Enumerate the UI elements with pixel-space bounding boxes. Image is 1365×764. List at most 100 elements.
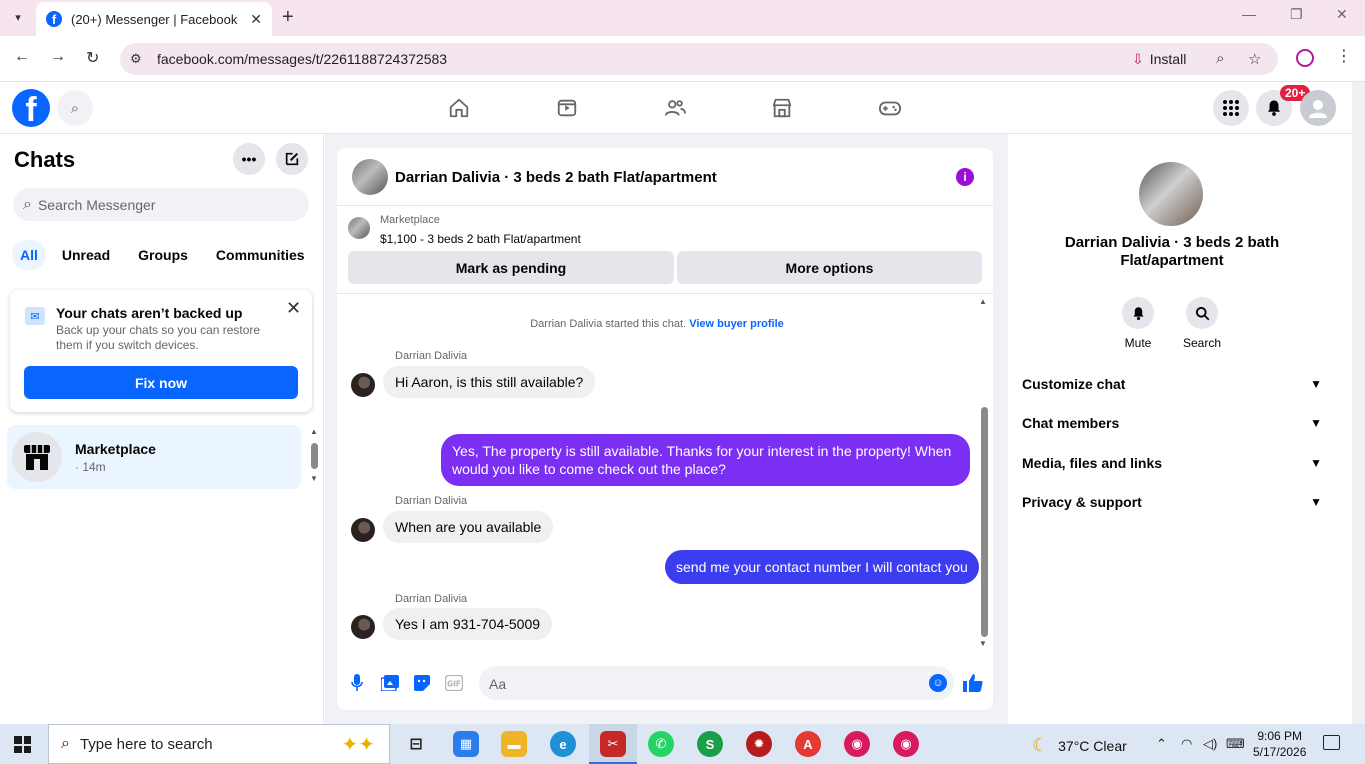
zoom-icon[interactable]: ⌕ (1216, 50, 1224, 67)
taskbar-search-input[interactable]: ⌕ Type here to search ✦✦ (48, 724, 390, 764)
avatar[interactable] (351, 518, 375, 542)
chat-header: Darrian Dalivia · 3 beds 2 bath Flat/apa… (337, 148, 993, 206)
network-icon[interactable]: ◠ (1181, 736, 1192, 752)
backup-notice-card: ✉ Your chats aren’t backed up Back up yo… (10, 290, 312, 412)
gif-icon[interactable]: GIF (444, 673, 464, 693)
back-icon[interactable]: ← (14, 48, 30, 66)
site-info-icon[interactable]: ⚙ (130, 51, 142, 67)
scroll-up-icon[interactable]: ▲ (310, 427, 318, 436)
close-icon[interactable]: ✕ (286, 298, 301, 319)
photo-icon[interactable] (380, 673, 400, 693)
close-icon[interactable]: ✕ (250, 11, 262, 28)
friends-icon[interactable] (661, 94, 689, 122)
task-view-icon[interactable]: ⊟ (403, 731, 429, 757)
more-options-button[interactable]: More options (677, 251, 982, 284)
keyboard-icon[interactable]: ⌨ (1226, 736, 1245, 752)
scroll-thumb[interactable] (311, 443, 318, 469)
fix-now-button[interactable]: Fix now (24, 366, 298, 399)
search-icon (1186, 297, 1218, 329)
filter-groups[interactable]: Groups (126, 240, 200, 270)
mute-button[interactable]: Mute (1108, 297, 1168, 350)
weather-widget[interactable]: ☾ 37°C Clear (1032, 735, 1127, 756)
filter-communities[interactable]: Communities (204, 240, 317, 270)
scroll-up-icon[interactable]: ▲ (979, 297, 987, 306)
scroll-thumb[interactable] (981, 407, 988, 637)
message-input[interactable]: Aa ☺ (479, 666, 954, 700)
search-icon[interactable]: ⌕ (57, 90, 93, 126)
info-icon[interactable]: i (956, 168, 974, 186)
game-app-icon[interactable]: ✹ (746, 731, 772, 757)
clock[interactable]: 9:06 PM 5/17/2026 (1253, 728, 1306, 760)
thumbs-up-icon[interactable] (963, 673, 983, 693)
scroll-down-icon[interactable]: ▼ (310, 474, 318, 483)
store-icon[interactable]: ▦ (453, 731, 479, 757)
pinned-app-icon[interactable]: ✂ (600, 731, 626, 757)
window-close-icon[interactable]: ✕ (1336, 6, 1348, 23)
microphone-icon[interactable] (347, 673, 367, 693)
file-explorer-icon[interactable]: ▬ (501, 731, 527, 757)
tab-title: (20+) Messenger | Facebook (71, 11, 238, 27)
new-message-icon[interactable] (276, 143, 308, 175)
url-field[interactable]: ⚙ facebook.com/messages/t/22611887243725… (120, 43, 1278, 75)
install-icon: ⇩ (1132, 50, 1144, 67)
profile-icon[interactable] (1296, 49, 1314, 67)
chrome-icon[interactable]: ◉ (844, 731, 870, 757)
listing-thumbnail[interactable] (348, 217, 370, 239)
listing-title[interactable]: $1,100 - 3 beds 2 bath Flat/apartment (380, 232, 581, 246)
notification-center-icon[interactable] (1323, 735, 1340, 750)
reload-icon[interactable]: ↻ (86, 48, 99, 68)
chat-list-scrollbar[interactable]: ▲ ▼ (310, 427, 320, 483)
chevron-up-icon[interactable]: ⌃ (1156, 736, 1167, 752)
message-bubble-outgoing: send me your contact number I will conta… (665, 550, 979, 584)
view-buyer-profile-link[interactable]: View buyer profile (689, 318, 784, 330)
whatsapp-icon[interactable]: ✆ (648, 731, 674, 757)
plus-icon[interactable]: + (282, 6, 294, 29)
url-text[interactable]: facebook.com/messages/t/2261188724372583 (157, 51, 447, 67)
menu-icon[interactable]: ⋮ (1336, 46, 1352, 66)
emoji-icon[interactable]: ☺ (929, 674, 947, 692)
media-files-links-section[interactable]: Media, files and links ▼ (1022, 451, 1322, 475)
windows-start-icon[interactable] (14, 736, 31, 753)
chat-members-section[interactable]: Chat members ▼ (1022, 411, 1322, 435)
minimize-icon[interactable]: — (1242, 6, 1256, 22)
search-messenger-input[interactable]: ⌕ Search Messenger (13, 188, 309, 221)
account-avatar[interactable] (1300, 90, 1336, 126)
chat-scrollbar[interactable]: ▲ ▼ (978, 297, 990, 648)
filter-all[interactable]: All (12, 240, 46, 270)
chat-title[interactable]: Darrian Dalivia · 3 beds 2 bath Flat/apa… (395, 169, 717, 186)
marketplace-icon[interactable] (768, 94, 796, 122)
filter-unread[interactable]: Unread (50, 240, 122, 270)
star-icon[interactable]: ☆ (1248, 50, 1261, 68)
chrome-icon[interactable]: S (697, 731, 723, 757)
message-list: Darrian Dalivia started this chat. View … (337, 295, 979, 645)
mark-as-pending-button[interactable]: Mark as pending (348, 251, 674, 284)
avatar[interactable] (351, 615, 375, 639)
browser-tab[interactable]: f (20+) Messenger | Facebook ✕ (36, 2, 272, 36)
edge-icon[interactable]: e (550, 731, 576, 757)
sender-name: Darrian Dalivia (395, 350, 468, 362)
home-icon[interactable] (445, 94, 473, 122)
scroll-down-icon[interactable]: ▼ (979, 639, 987, 648)
privacy-support-section[interactable]: Privacy & support ▼ (1022, 490, 1322, 514)
menu-grid-icon[interactable] (1213, 90, 1249, 126)
gaming-icon[interactable] (876, 94, 904, 122)
volume-icon[interactable]: ◁) (1203, 736, 1217, 752)
avatar[interactable] (351, 373, 375, 397)
forward-icon[interactable]: → (50, 48, 66, 66)
restore-icon[interactable]: ❐ (1290, 6, 1303, 23)
search-in-chat-button[interactable]: Search (1172, 297, 1232, 350)
more-options-icon[interactable]: ••• (233, 143, 265, 175)
customize-chat-section[interactable]: Customize chat ▼ (1022, 372, 1322, 396)
sticker-icon[interactable] (412, 673, 432, 693)
video-icon[interactable] (553, 94, 581, 122)
avatar[interactable] (1139, 162, 1203, 226)
install-button[interactable]: ⇩ Install (1132, 48, 1186, 70)
avatar[interactable] (352, 159, 388, 195)
list-item[interactable]: Marketplace · 14m (7, 425, 301, 489)
chrome-icon[interactable]: ◉ (893, 731, 919, 757)
facebook-logo[interactable]: f (12, 89, 50, 127)
tab-list-icon[interactable]: ▾ (6, 6, 30, 28)
page-scrollbar[interactable] (1352, 82, 1365, 724)
info-title: Darrian Dalivia · 3 beds 2 bath Flat/apa… (1064, 234, 1280, 269)
chrome-icon[interactable]: A (795, 731, 821, 757)
